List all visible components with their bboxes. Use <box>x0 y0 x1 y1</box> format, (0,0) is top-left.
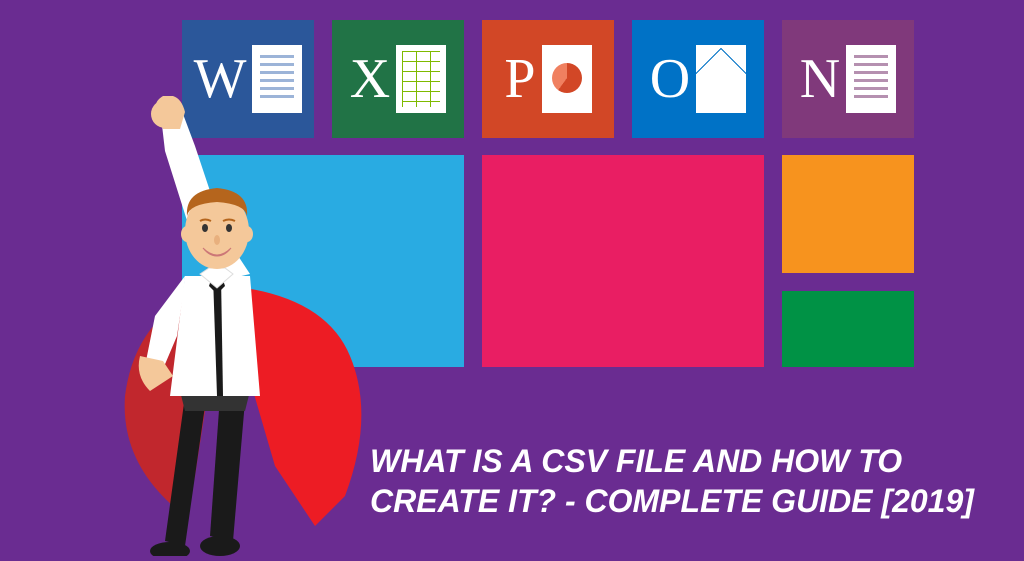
superhero-illustration <box>65 96 375 556</box>
leg-right-icon <box>210 396 245 541</box>
pie-chart-icon <box>552 63 582 93</box>
green-tile <box>782 291 914 367</box>
pink-tile <box>482 155 764 367</box>
envelope-icon <box>696 45 746 113</box>
orange-tile <box>782 155 914 273</box>
caption-line-1: WHAT IS A CSV FILE AND HOW TO <box>370 441 1000 481</box>
banner-caption: WHAT IS A CSV FILE AND HOW TO CREATE IT?… <box>370 441 1000 521</box>
ppt-slide-icon <box>542 45 592 113</box>
powerpoint-tile: P <box>482 20 614 138</box>
note-page-icon <box>846 45 896 113</box>
ear-left-icon <box>181 226 193 242</box>
outlook-letter: O <box>650 47 690 111</box>
caption-line-2: CREATE IT? - COMPLETE GUIDE [2019] <box>370 481 1000 521</box>
envelope-flap-icon <box>696 45 746 77</box>
eye-right-icon <box>226 224 232 232</box>
fist-circle-icon <box>151 100 179 128</box>
excel-sheet-icon <box>396 45 446 113</box>
eye-left-icon <box>202 224 208 232</box>
outlook-tile: O <box>632 20 764 138</box>
nose-icon <box>214 235 220 245</box>
onenote-tile: N <box>782 20 914 138</box>
onenote-letter: N <box>800 47 840 111</box>
ppt-letter: P <box>504 47 535 111</box>
shoe-right-icon <box>200 536 240 556</box>
ear-right-icon <box>241 226 253 242</box>
right-tile-stack <box>782 155 914 367</box>
